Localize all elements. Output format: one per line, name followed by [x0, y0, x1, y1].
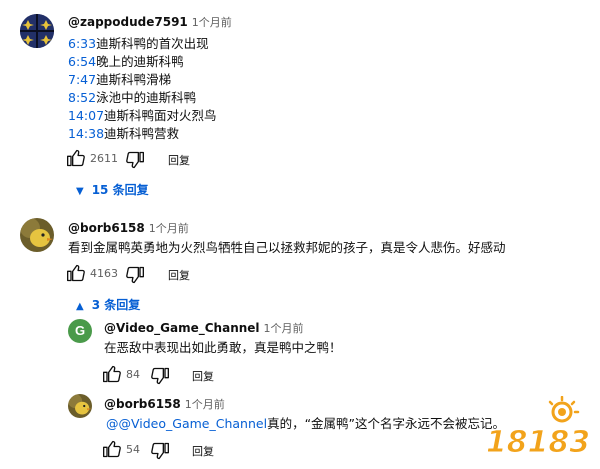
- replies-toggle[interactable]: ▼ 15 条回复: [76, 181, 149, 198]
- timestamp-line: 14:07迪斯科鸭面对火烈鸟: [68, 107, 217, 125]
- avatar-duck-icon: [20, 218, 54, 252]
- timestamp-link[interactable]: 14:38: [68, 126, 104, 141]
- comment-time[interactable]: 1个月前: [192, 16, 232, 29]
- like-button[interactable]: [66, 263, 86, 283]
- like-count: 54: [126, 443, 140, 456]
- timestamp-line: 8:52泳池中的迪斯科鸭: [68, 89, 217, 107]
- timestamp-link[interactable]: 7:47: [68, 72, 96, 87]
- like-count: 2611: [90, 152, 118, 165]
- timestamp-line: 6:54晚上的迪斯科鸭: [68, 53, 217, 71]
- comment-author[interactable]: @borb6158 1个月前: [68, 220, 189, 236]
- author-handle[interactable]: @Video_Game_Channel: [104, 321, 260, 335]
- replies-toggle[interactable]: ▲ 3 条回复: [76, 296, 140, 313]
- thumbs-down-icon: [126, 151, 144, 169]
- reply-time[interactable]: 1个月前: [264, 322, 304, 335]
- replies-count: 15 条回复: [91, 183, 149, 197]
- logo-sun-icon: 18183: [488, 396, 591, 461]
- watermark-text: 18183: [488, 425, 590, 460]
- avatar[interactable]: G: [68, 319, 92, 343]
- timestamp-text: 迪斯科鸭营救: [104, 126, 180, 141]
- reply-text-line: @@Video_Game_Channel真的，“金属鸭”这个名字永远不会被忘记。: [106, 415, 505, 433]
- reply-text: 真的，“金属鸭”这个名字永远不会被忘记。: [267, 416, 506, 431]
- avatar-duck-icon: [68, 394, 92, 418]
- author-handle[interactable]: @borb6158: [68, 221, 145, 235]
- timestamp-link[interactable]: 14:07: [68, 108, 104, 123]
- chevron-down-icon: ▼: [76, 186, 84, 197]
- dislike-button[interactable]: [150, 366, 170, 386]
- timestamp-link[interactable]: 6:54: [68, 54, 96, 69]
- dislike-button[interactable]: [125, 150, 145, 170]
- avatar[interactable]: [20, 218, 54, 252]
- author-handle[interactable]: @borb6158: [104, 397, 181, 411]
- comment-author[interactable]: @zappodude7591 1个月前: [68, 14, 232, 30]
- timestamp-line: 14:38迪斯科鸭营救: [68, 125, 217, 143]
- timestamp-link[interactable]: 6:33: [68, 36, 96, 51]
- reply-button[interactable]: 回复: [168, 267, 190, 283]
- comment-body: 6:33迪斯科鸭的首次出现 6:54晚上的迪斯科鸭 7:47迪斯科鸭滑梯 8:5…: [68, 35, 217, 143]
- timestamp-line: 6:33迪斯科鸭的首次出现: [68, 35, 217, 53]
- timestamp-line: 7:47迪斯科鸭滑梯: [68, 71, 217, 89]
- thumbs-down-icon: [151, 367, 169, 385]
- like-button[interactable]: [66, 148, 86, 168]
- reply-text: 在恶敌中表现出如此勇敢，真是鸭中之鸭！: [104, 340, 342, 355]
- avatar-letter: G: [74, 323, 86, 338]
- reply-author[interactable]: @borb6158 1个月前: [104, 396, 225, 412]
- timestamp-text: 晚上的迪斯科鸭: [96, 54, 184, 69]
- thumbs-up-icon: [103, 440, 121, 458]
- avatar[interactable]: [20, 14, 54, 48]
- like-count: 4163: [90, 267, 118, 280]
- dislike-button[interactable]: [125, 265, 145, 285]
- avatar-pattern-icon: [20, 14, 54, 48]
- thumbs-up-icon: [103, 365, 121, 383]
- timestamp-text: 迪斯科鸭的首次出现: [96, 36, 209, 51]
- thumbs-down-icon: [126, 266, 144, 284]
- author-handle[interactable]: @zappodude7591: [68, 15, 188, 29]
- avatar[interactable]: [68, 394, 92, 418]
- like-count: 84: [126, 368, 140, 381]
- timestamp-text: 迪斯科鸭滑梯: [96, 72, 172, 87]
- replies-count: 3 条回复: [91, 298, 141, 312]
- timestamp-link[interactable]: 8:52: [68, 90, 96, 105]
- dislike-button[interactable]: [150, 441, 170, 461]
- like-button[interactable]: [102, 439, 122, 459]
- reply-button[interactable]: 回复: [168, 152, 190, 168]
- thumbs-up-icon: [67, 149, 85, 167]
- reply-button[interactable]: 回复: [192, 443, 214, 459]
- chevron-up-icon: ▲: [76, 301, 84, 312]
- mention-link[interactable]: @@Video_Game_Channel: [106, 416, 267, 431]
- like-button[interactable]: [102, 364, 122, 384]
- timestamp-text: 迪斯科鸭面对火烈鸟: [104, 108, 217, 123]
- thumbs-up-icon: [67, 264, 85, 282]
- reply-button[interactable]: 回复: [192, 368, 214, 384]
- reply-time[interactable]: 1个月前: [185, 398, 225, 411]
- timestamp-text: 泳池中的迪斯科鸭: [96, 90, 197, 105]
- reply-author[interactable]: @Video_Game_Channel 1个月前: [104, 320, 304, 336]
- watermark-logo: 18183: [488, 396, 592, 462]
- comment-time[interactable]: 1个月前: [149, 222, 189, 235]
- thumbs-down-icon: [151, 442, 169, 460]
- comment-text: 看到金属鸭英勇地为火烈鸟牺牲自己以拯救邦妮的孩子，真是令人悲伤。好感动: [68, 240, 506, 255]
